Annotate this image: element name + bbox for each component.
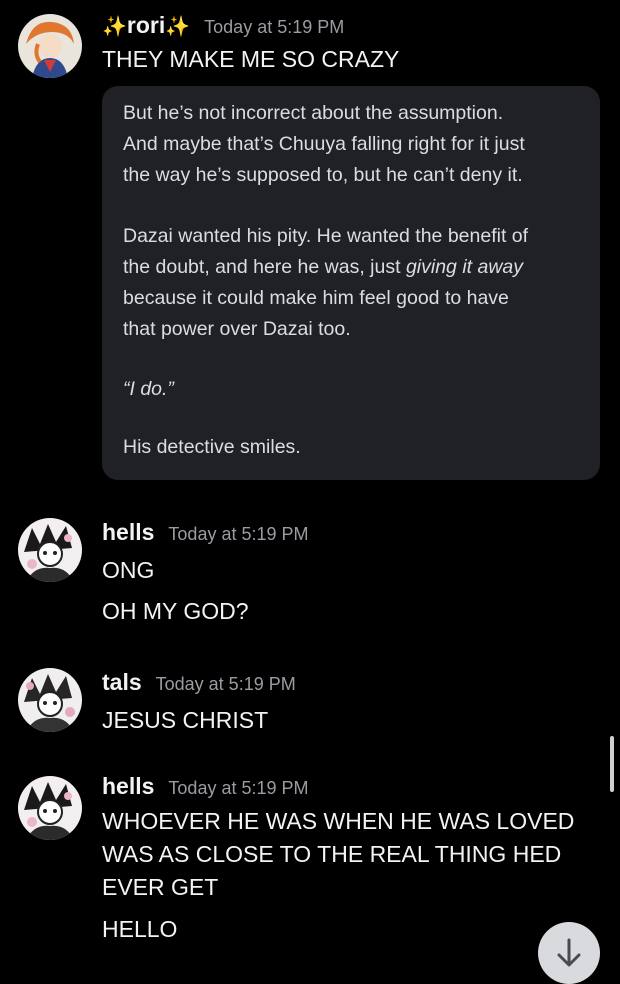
embed-line: But he’s not incorrect about the assumpt…	[123, 102, 504, 124]
message-text: ONG	[102, 557, 155, 583]
message-text: THEY MAKE ME SO CRAZY	[102, 46, 400, 72]
quoted-embed: But he’s not incorrect about the assumpt…	[102, 86, 600, 480]
timestamp: Today at 5:19 PM	[168, 524, 309, 544]
avatar-rori[interactable]	[18, 14, 82, 78]
sparkles-icon: ✨	[165, 16, 191, 38]
sparkles-icon: ✨	[102, 16, 127, 38]
embed-italic-text: “I do.”	[123, 378, 174, 400]
message-text: HELLO	[102, 916, 178, 942]
message-header: hells Today at 5:19 PM	[102, 519, 309, 546]
message-text: EVER GET	[102, 874, 219, 900]
scrollbar-thumb[interactable]	[610, 736, 614, 792]
avatar-rori-image	[18, 14, 82, 78]
embed-text: the doubt, and here he was, just	[123, 256, 406, 278]
message-text: WAS AS CLOSE TO THE REAL THING HED	[102, 841, 562, 867]
embed-quote-line: “I do.”	[123, 378, 174, 401]
username[interactable]: rori	[127, 12, 165, 39]
avatar-tals-image	[18, 668, 82, 732]
embed-line: And maybe that’s Chuuya falling right fo…	[123, 133, 525, 155]
avatar-hells-image	[18, 518, 82, 582]
arrow-down-icon	[557, 938, 581, 967]
username[interactable]: hells	[102, 773, 154, 800]
avatar-tals[interactable]	[18, 668, 82, 732]
message-header: ✨ rori ✨ Today at 5:19 PM	[102, 12, 344, 39]
jump-to-present-button[interactable]	[538, 922, 600, 984]
embed-line: His detective smiles.	[123, 436, 301, 458]
message-text: WHOEVER HE WAS WHEN HE WAS LOVED	[102, 808, 575, 834]
embed-line: the way he’s supposed to, but he can’t d…	[123, 164, 523, 186]
username[interactable]: hells	[102, 519, 154, 546]
timestamp: Today at 5:19 PM	[155, 674, 296, 694]
message-text: JESUS CHRIST	[102, 707, 269, 733]
timestamp: Today at 5:19 PM	[168, 778, 309, 798]
embed-line: the doubt, and here he was, just giving …	[123, 256, 523, 279]
message-header: hells Today at 5:19 PM	[102, 773, 309, 800]
embed-line: Dazai wanted his pity. He wanted the ben…	[123, 225, 529, 247]
avatar-hells[interactable]	[18, 518, 82, 582]
embed-line: that power over Dazai too.	[123, 318, 351, 340]
embed-line: because it could make him feel good to h…	[123, 287, 509, 309]
avatar-hells-image	[18, 776, 82, 840]
message-text: OH MY GOD?	[102, 598, 249, 624]
username[interactable]: tals	[102, 669, 142, 696]
timestamp: Today at 5:19 PM	[204, 17, 345, 37]
avatar-hells[interactable]	[18, 776, 82, 840]
embed-italic-text: giving it away	[405, 256, 524, 278]
message-header: tals Today at 5:19 PM	[102, 669, 296, 696]
